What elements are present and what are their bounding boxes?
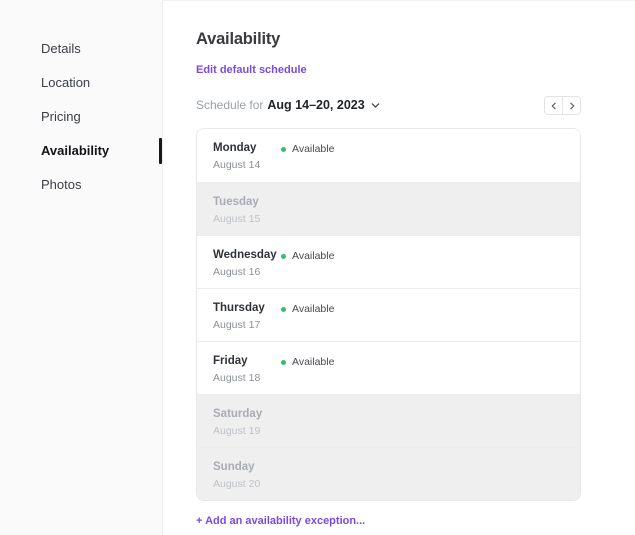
previous-week-button[interactable]: [544, 96, 563, 115]
day-column: Saturday August 19: [213, 408, 281, 437]
availability-panel: Availability Edit default schedule Sched…: [196, 0, 581, 529]
page-title: Availability: [196, 30, 581, 49]
day-column: Thursday August 17: [213, 302, 281, 331]
availability-status: Available: [281, 250, 334, 262]
weekly-schedule-card: Monday August 14 Available Tuesday Augus…: [196, 128, 581, 501]
edit-default-schedule-link[interactable]: Edit default schedule: [196, 64, 307, 76]
sidebar-item-location[interactable]: Location: [0, 71, 162, 95]
availability-status: Available: [281, 356, 334, 368]
availability-status-label: Available: [292, 356, 334, 368]
availability-status-label: Available: [292, 250, 334, 262]
week-range-value: Aug 14–20, 2023: [267, 98, 364, 112]
sidebar-item-photos[interactable]: Photos: [0, 173, 162, 197]
availability-status: Available: [281, 143, 334, 155]
day-row-tuesday: Tuesday August 15: [197, 182, 580, 235]
chevron-left-icon: [550, 98, 558, 113]
day-date: August 14: [213, 159, 281, 171]
sidebar-item-pricing[interactable]: Pricing: [0, 105, 162, 129]
day-row-friday: Friday August 18 Available: [197, 341, 580, 394]
week-range-dropdown[interactable]: Aug 14–20, 2023: [267, 98, 379, 112]
day-name: Sunday: [213, 461, 281, 474]
day-date: August 18: [213, 372, 281, 384]
day-name: Wednesday: [213, 249, 281, 262]
day-column: Tuesday August 15: [213, 196, 281, 225]
add-availability-exception-link[interactable]: + Add an availability exception...: [196, 515, 365, 527]
sidebar-item-label: Details: [41, 41, 81, 56]
day-name: Monday: [213, 142, 281, 155]
settings-sidebar: Details Location Pricing Availability Ph…: [0, 0, 163, 535]
day-row-thursday: Thursday August 17 Available: [197, 288, 580, 341]
day-name: Saturday: [213, 408, 281, 421]
day-row-saturday: Saturday August 19: [197, 394, 580, 447]
day-row-list: Monday August 14 Available Tuesday Augus…: [197, 129, 580, 500]
chevron-right-icon: [568, 98, 576, 113]
availability-status: Available: [281, 303, 334, 315]
day-column: Wednesday August 16: [213, 249, 281, 278]
day-date: August 19: [213, 425, 281, 437]
day-row-sunday: Sunday August 20: [197, 447, 580, 500]
available-dot-icon: [281, 254, 286, 259]
day-date: August 20: [213, 478, 281, 490]
day-date: August 15: [213, 213, 281, 225]
week-nav-buttons: [544, 96, 581, 115]
next-week-button[interactable]: [562, 96, 581, 115]
sidebar-item-label: Pricing: [41, 109, 81, 124]
day-column: Friday August 18: [213, 355, 281, 384]
schedule-for-label: Schedule for: [196, 98, 263, 112]
day-name: Friday: [213, 355, 281, 368]
schedule-toolbar: Schedule for Aug 14–20, 2023: [196, 95, 581, 115]
day-date: August 16: [213, 266, 281, 278]
availability-status-label: Available: [292, 143, 334, 155]
day-date: August 17: [213, 319, 281, 331]
sidebar-nav-list: Details Location Pricing Availability Ph…: [0, 37, 162, 197]
chevron-down-icon: [371, 101, 380, 110]
sidebar-item-details[interactable]: Details: [0, 37, 162, 61]
day-name: Thursday: [213, 302, 281, 315]
sidebar-item-label: Photos: [41, 177, 81, 192]
sidebar-item-label: Availability: [41, 143, 109, 158]
available-dot-icon: [281, 147, 286, 152]
sidebar-item-availability[interactable]: Availability: [0, 139, 162, 163]
available-dot-icon: [281, 360, 286, 365]
day-row-wednesday: Wednesday August 16 Available: [197, 235, 580, 288]
day-name: Tuesday: [213, 196, 281, 209]
day-row-monday: Monday August 14 Available: [197, 129, 580, 182]
day-column: Monday August 14: [213, 142, 281, 171]
available-dot-icon: [281, 307, 286, 312]
availability-status-label: Available: [292, 303, 334, 315]
sidebar-item-label: Location: [41, 75, 90, 90]
day-column: Sunday August 20: [213, 461, 281, 490]
